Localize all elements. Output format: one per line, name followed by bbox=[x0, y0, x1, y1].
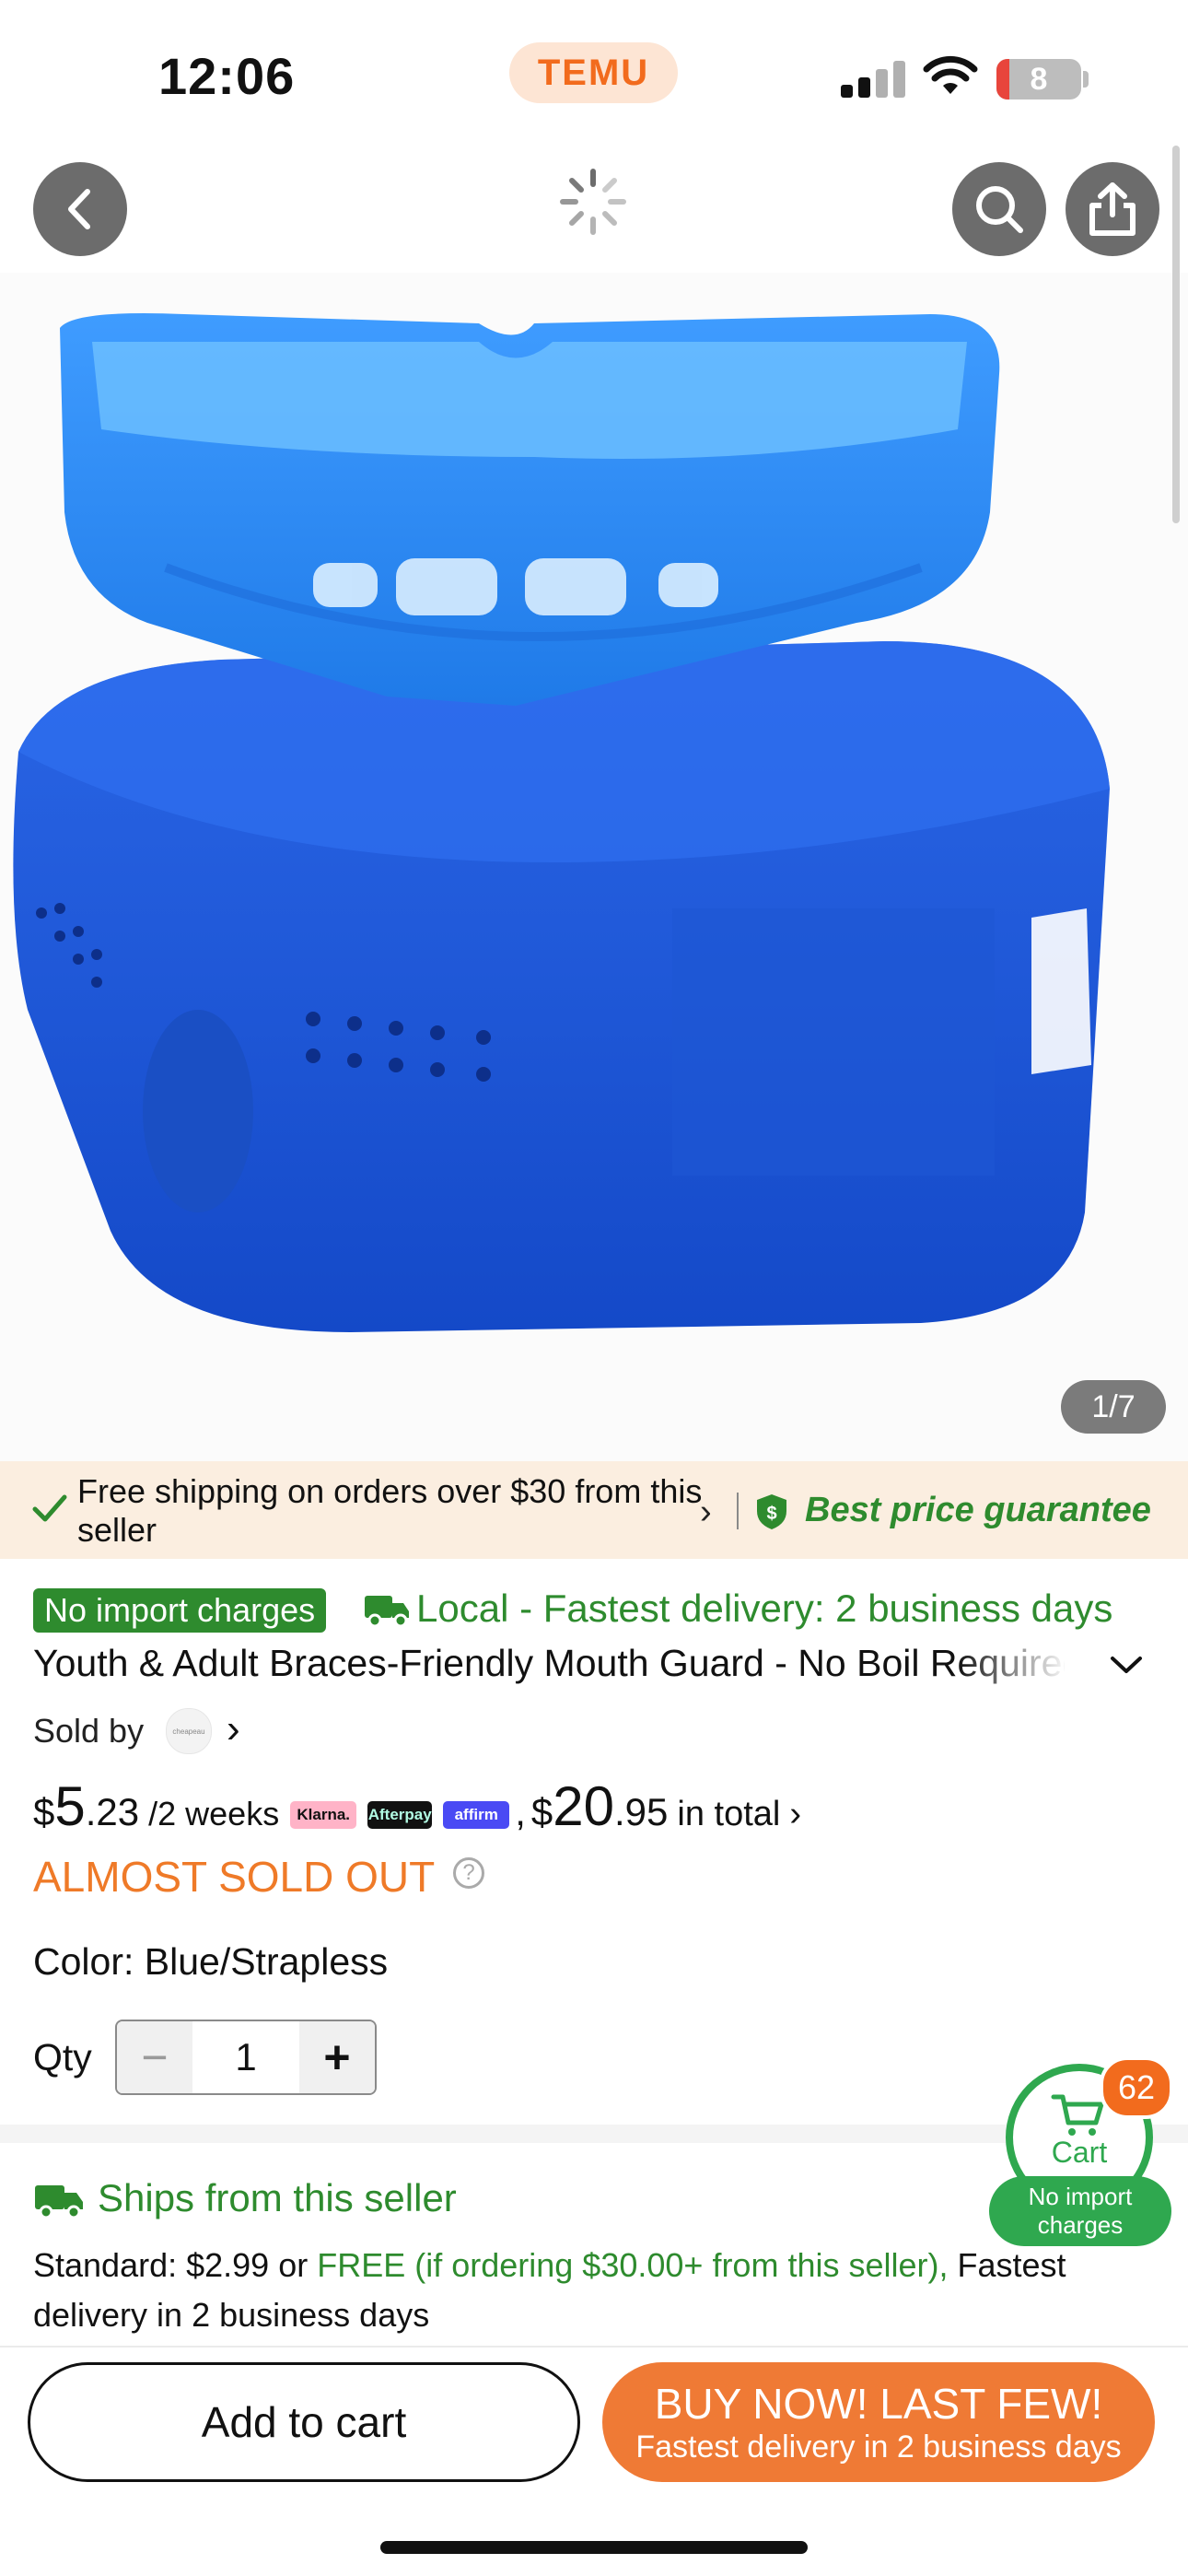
add-to-cart-button[interactable]: Add to cart bbox=[28, 2362, 580, 2482]
shipping-details: Standard: $2.99 or FREE (if ordering $30… bbox=[33, 2241, 1157, 2340]
product-title[interactable]: Youth & Adult Braces-Friendly Mouth Guar… bbox=[33, 1642, 1065, 1685]
affirm-logo: affirm bbox=[443, 1801, 510, 1829]
total-separator: , bbox=[515, 1790, 526, 1833]
quantity-stepper[interactable]: − 1 + bbox=[115, 2020, 377, 2095]
shipping-free: FREE (if ordering $30.00+ from this sell… bbox=[317, 2246, 949, 2284]
installment-period: /2 weeks bbox=[148, 1795, 280, 1832]
best-price-guarantee[interactable]: Best price guarantee bbox=[805, 1491, 1151, 1530]
local-delivery-text: Local - Fastest delivery: 2 business day… bbox=[416, 1587, 1113, 1630]
installment-cents: .23 bbox=[85, 1790, 140, 1833]
ships-from-seller[interactable]: Ships from this seller bbox=[98, 2176, 457, 2220]
share-button[interactable] bbox=[1066, 162, 1159, 256]
svg-text:$: $ bbox=[766, 1504, 776, 1524]
search-icon bbox=[976, 186, 1023, 233]
installment-whole: 5 bbox=[54, 1775, 86, 1837]
buy-now-button[interactable]: BUY NOW! LAST FEW! Fastest delivery in 2… bbox=[602, 2362, 1155, 2482]
cart-count-badge: 62 bbox=[1100, 2056, 1173, 2119]
no-import-badge: No import charges bbox=[33, 1588, 327, 1633]
shield-dollar-icon: $ bbox=[757, 1494, 786, 1529]
stock-status: ALMOST SOLD OUT bbox=[33, 1853, 436, 1901]
sold-by-label: Sold by bbox=[33, 1712, 145, 1750]
help-icon[interactable]: ? bbox=[453, 1857, 484, 1889]
home-indicator[interactable] bbox=[380, 2541, 808, 2554]
battery-icon: 8 bbox=[996, 59, 1081, 100]
title-fade bbox=[958, 1640, 1068, 1692]
bottom-bar-divider bbox=[0, 2346, 1188, 2348]
promo-divider bbox=[737, 1493, 739, 1529]
cart-icon[interactable] bbox=[1050, 2091, 1107, 2139]
chevron-left-icon bbox=[68, 189, 90, 229]
cellular-signal-icon bbox=[841, 61, 905, 98]
cart-label[interactable]: Cart bbox=[1006, 2136, 1153, 2170]
wifi-icon bbox=[923, 55, 978, 94]
checkmark-icon bbox=[32, 1494, 67, 1522]
buy-now-label: BUY NOW! LAST FEW! bbox=[654, 2380, 1103, 2428]
qty-label: Qty bbox=[33, 2036, 92, 2078]
mouth-guard-illustration bbox=[13, 313, 1110, 1332]
seller-chevron-icon[interactable]: › bbox=[227, 1706, 240, 1752]
delivery-truck-icon bbox=[365, 1596, 409, 1628]
battery-level: 8 bbox=[1030, 61, 1048, 97]
free-shipping-text[interactable]: Free shipping on orders over $30 from th… bbox=[77, 1472, 704, 1550]
total-cents: .95 bbox=[613, 1790, 669, 1833]
price-row[interactable]: $ 5 .23 /2 weeks Klarna. Afterpay affirm… bbox=[33, 1774, 801, 1839]
qty-decrease-button[interactable]: − bbox=[117, 2021, 192, 2093]
color-selection[interactable]: Color: Blue/Strapless bbox=[33, 1940, 388, 1984]
loading-spinner-icon bbox=[560, 169, 626, 235]
qty-value[interactable]: 1 bbox=[192, 2021, 299, 2093]
total-currency: $ bbox=[530, 1790, 553, 1833]
share-icon bbox=[1089, 182, 1136, 236]
battery-tip bbox=[1083, 71, 1089, 88]
afterpay-logo: Afterpay bbox=[367, 1801, 433, 1829]
price-chevron-icon[interactable]: › bbox=[789, 1795, 801, 1834]
image-counter: 1/7 bbox=[1061, 1380, 1166, 1434]
cart-no-import-pill: No import charges bbox=[989, 2176, 1171, 2246]
page-scrollbar[interactable] bbox=[1172, 146, 1180, 523]
back-button[interactable] bbox=[33, 162, 127, 256]
search-button[interactable] bbox=[952, 162, 1046, 256]
status-time: 12:06 bbox=[158, 47, 296, 105]
temu-app-badge[interactable]: TEMU bbox=[509, 42, 678, 103]
no-import-line1: No import bbox=[1028, 2183, 1133, 2210]
chevron-right-icon[interactable]: › bbox=[700, 1493, 712, 1532]
shipping-truck-icon bbox=[35, 2185, 83, 2219]
installment-currency: $ bbox=[33, 1790, 55, 1833]
buy-now-subtitle: Fastest delivery in 2 business days bbox=[635, 2430, 1122, 2465]
shipping-standard: Standard: $2.99 or bbox=[33, 2246, 318, 2284]
total-whole: 20 bbox=[553, 1775, 614, 1837]
qty-increase-button[interactable]: + bbox=[299, 2021, 375, 2093]
no-import-line2: charges bbox=[1037, 2211, 1124, 2239]
chevron-down-icon[interactable] bbox=[1108, 1651, 1145, 1679]
total-suffix: in total bbox=[677, 1795, 781, 1833]
product-image[interactable] bbox=[0, 273, 1188, 1461]
seller-logo[interactable]: cheapeau bbox=[166, 1708, 212, 1754]
klarna-logo: Klarna. bbox=[290, 1801, 357, 1829]
